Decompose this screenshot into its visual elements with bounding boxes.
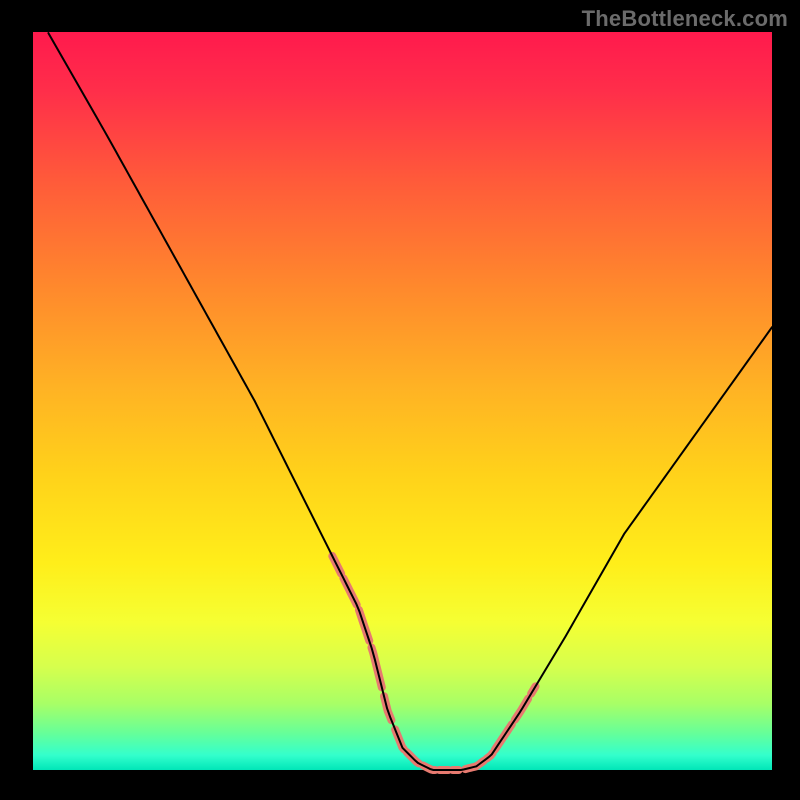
chart-frame: TheBottleneck.com	[0, 0, 800, 800]
watermark-text: TheBottleneck.com	[582, 6, 788, 32]
chart-svg	[33, 32, 772, 770]
bottleneck-curve	[48, 33, 772, 770]
highlight-segments	[332, 556, 535, 770]
